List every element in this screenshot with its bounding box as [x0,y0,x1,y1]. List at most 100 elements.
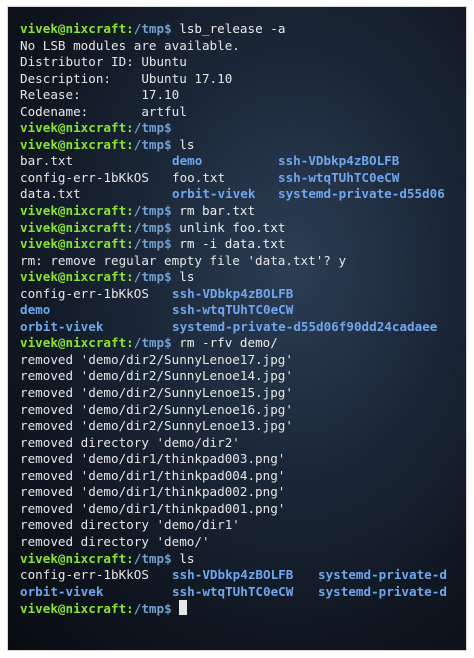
directory-entry: ssh-wtqTUhTC0eCW [172,583,294,599]
prompt-symbol: $ [164,21,180,36]
output-text: removed 'demo/dir1/thinkpad002.png' [20,484,286,500]
prompt-separator: : [126,335,134,351]
output-text: Codename: artful [20,103,187,119]
text-cursor[interactable] [179,600,188,616]
prompt-path: /tmp [133,120,165,136]
command-text: ls [179,269,195,285]
output-line: removed 'demo/dir1/thinkpad003.png' [20,451,466,468]
command-text: rm -i data.txt [179,236,286,252]
file-entry: config-err-1bKkOS [20,169,149,185]
output-line: Codename: artful [20,104,466,121]
output-line: removed 'demo/dir2/SunnyLenoe17.jpg' [20,352,466,369]
output-text: removed directory 'demo/dir1' [20,517,240,533]
prompt-symbol: $ [164,601,180,617]
terminal-output[interactable]: vivek@nixcraft:/tmp$ lsb_release -a No LS… [20,21,466,617]
prompt-symbol: $ [164,136,180,152]
file-entry: foo.txt [172,169,226,185]
prompt-separator: : [126,21,134,36]
directory-entry: ssh-VDbkp4zBOLFB [172,567,294,583]
prompt-symbol: $ [164,203,180,219]
output-text: Release: 17.10 [20,87,180,103]
output-line: removed 'demo/dir1/thinkpad001.png' [20,501,466,518]
output-line: removed directory 'demo/dir1' [20,517,466,534]
ls-row: data.txt orbit-vivek systemd-private-d55d0… [20,186,466,203]
prompt-separator: : [126,203,134,219]
output-text: Description: Ubuntu 17.10 [20,70,233,86]
directory-entry: ssh-wtqTUhTC0eCW [278,169,400,185]
command-text: lsb_release -a [179,21,286,36]
directory-entry: ssh-VDbkp4zBOLFB [278,153,400,169]
directory-entry: demo [172,153,203,169]
file-entry: data.txt [20,186,81,202]
command-line: vivek@nixcraft:/tmp$ ls [20,551,466,568]
prompt-path: /tmp [133,203,165,219]
prompt-user: vivek@nixcraft [20,120,127,136]
ls-row: demo ssh-wtqTUhTC0eCW [20,302,466,319]
output-line: removed 'demo/dir2/SunnyLenoe13.jpg' [20,418,466,435]
command-text: ls [179,550,195,566]
output-line: removed directory 'demo/dir2' [20,435,466,452]
prompt-separator: : [126,120,134,136]
ls-row: bar.txt demo ssh-VDbkp4zBOLFB [20,153,466,170]
output-line: removed 'demo/dir2/SunnyLenoe15.jpg' [20,385,466,402]
prompt-separator: : [126,236,134,252]
prompt-user: vivek@nixcraft [20,21,127,36]
ls-row: config-err-1bKkOS foo.txt ssh-wtqTUhTC0eCW [20,170,466,187]
prompt-path: /tmp [133,21,165,36]
command-line: vivek@nixcraft:/tmp$ [20,120,466,137]
output-text: removed 'demo/dir1/thinkpad001.png' [20,500,286,516]
terminal-window[interactable]: vivek@nixcraft:/tmp$ lsb_release -a No LS… [8,7,466,650]
directory-entry: orbit-vivek [20,583,104,599]
prompt-path: /tmp [133,335,165,351]
prompt-path: /tmp [133,550,165,566]
output-text: removed 'demo/dir1/thinkpad003.png' [20,451,286,467]
ls-row: orbit-vivek systemd-private-d55d06f90dd24… [20,319,466,336]
output-line: removed 'demo/dir1/thinkpad004.png' [20,468,466,485]
directory-entry: orbit-vivek [20,318,104,334]
output-line: removed 'demo/dir1/thinkpad002.png' [20,484,466,501]
output-text: removed 'demo/dir2/SunnyLenoe14.jpg' [20,368,293,384]
prompt-symbol: $ [164,219,180,235]
command-line: vivek@nixcraft:/tmp$ rm -i data.txt [20,236,466,253]
ls-row: config-err-1bKkOS ssh-VDbkp4zBOLFB [20,286,466,303]
prompt-user: vivek@nixcraft [20,219,127,235]
output-text: removed 'demo/dir2/SunnyLenoe17.jpg' [20,351,293,367]
prompt-separator: : [126,136,134,152]
prompt-path: /tmp [133,236,165,252]
directory-entry: systemd-private-d [318,567,447,583]
output-line: rm: remove regular empty file 'data.txt'… [20,253,466,270]
output-line: removed 'demo/dir2/SunnyLenoe14.jpg' [20,368,466,385]
output-line: Release: 17.10 [20,87,466,104]
output-line: Distributor ID: Ubuntu [20,54,466,71]
prompt-user: vivek@nixcraft [20,236,127,252]
command-line: vivek@nixcraft:/tmp$ ls [20,269,466,286]
output-text: rm: remove regular empty file 'data.txt'… [20,252,347,268]
prompt-path: /tmp [133,219,165,235]
directory-entry: ssh-wtqTUhTC0eCW [172,302,294,318]
output-text: removed 'demo/dir2/SunnyLenoe15.jpg' [20,385,293,401]
output-line: Description: Ubuntu 17.10 [20,71,466,88]
directory-entry: systemd-private-d [318,583,447,599]
prompt-user: vivek@nixcraft [20,550,127,566]
command-text: rm bar.txt [179,203,256,219]
command-text: rm -rfv demo/ [179,335,278,351]
ls-row: orbit-vivek ssh-wtqTUhTC0eCW systemd-priva… [20,584,466,601]
prompt-path: /tmp [133,136,165,152]
prompt-user: vivek@nixcraft [20,136,127,152]
prompt-path: /tmp [133,601,165,617]
output-text: No LSB modules are available. [20,37,240,53]
output-text: removed 'demo/dir2/SunnyLenoe16.jpg' [20,401,293,417]
file-entry: config-err-1bKkOS [20,285,149,301]
output-text: Distributor ID: Ubuntu [20,54,187,70]
directory-entry: demo [20,302,51,318]
directory-entry: orbit-vivek [172,186,256,202]
prompt-separator: : [126,601,134,617]
prompt-symbol: $ [164,550,180,566]
prompt-symbol: $ [164,120,180,136]
prompt-path: /tmp [133,269,165,285]
output-line: No LSB modules are available. [20,38,466,55]
command-line: vivek@nixcraft:/tmp$ rm -rfv demo/ [20,335,466,352]
prompt-user: vivek@nixcraft [20,269,127,285]
command-line: vivek@nixcraft:/tmp$ lsb_release -a [20,21,466,38]
file-entry: config-err-1bKkOS [20,567,149,583]
